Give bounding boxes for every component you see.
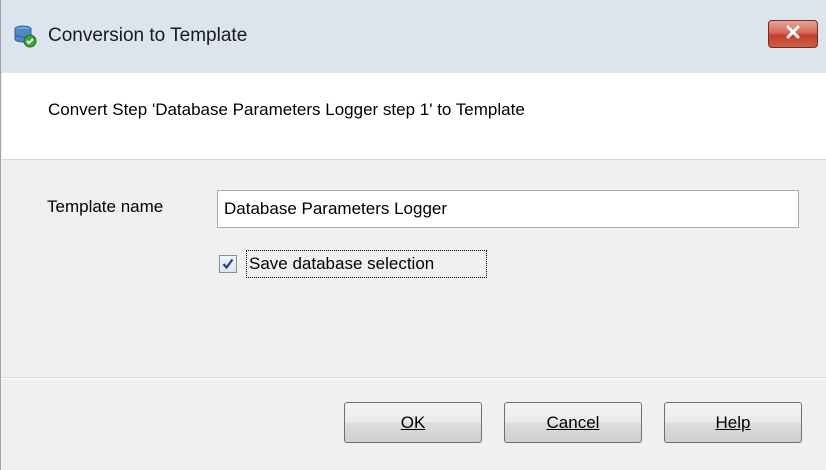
close-icon [785, 24, 801, 44]
conversion-dialog: Conversion to Template Convert Step 'Dat… [0, 0, 826, 470]
ok-button[interactable]: OK [344, 402, 482, 443]
window-title: Conversion to Template [48, 25, 248, 46]
header-text: Convert Step 'Database Parameters Logger… [48, 100, 525, 119]
template-name-label: Template name [47, 197, 164, 216]
header-panel: Convert Step 'Database Parameters Logger… [2, 73, 826, 160]
title-bar[interactable]: Conversion to Template [1, 0, 826, 74]
checkmark-icon [222, 258, 234, 270]
save-database-selection-checkbox[interactable]: Save database selection [217, 246, 487, 282]
cancel-button[interactable]: Cancel [504, 402, 642, 443]
checkbox-label[interactable]: Save database selection [246, 250, 487, 278]
close-button[interactable] [768, 20, 818, 48]
separator [2, 377, 826, 379]
template-name-input[interactable] [217, 190, 799, 228]
checkbox-box[interactable] [219, 255, 237, 273]
help-button[interactable]: Help [664, 402, 802, 443]
database-template-icon [13, 24, 37, 48]
